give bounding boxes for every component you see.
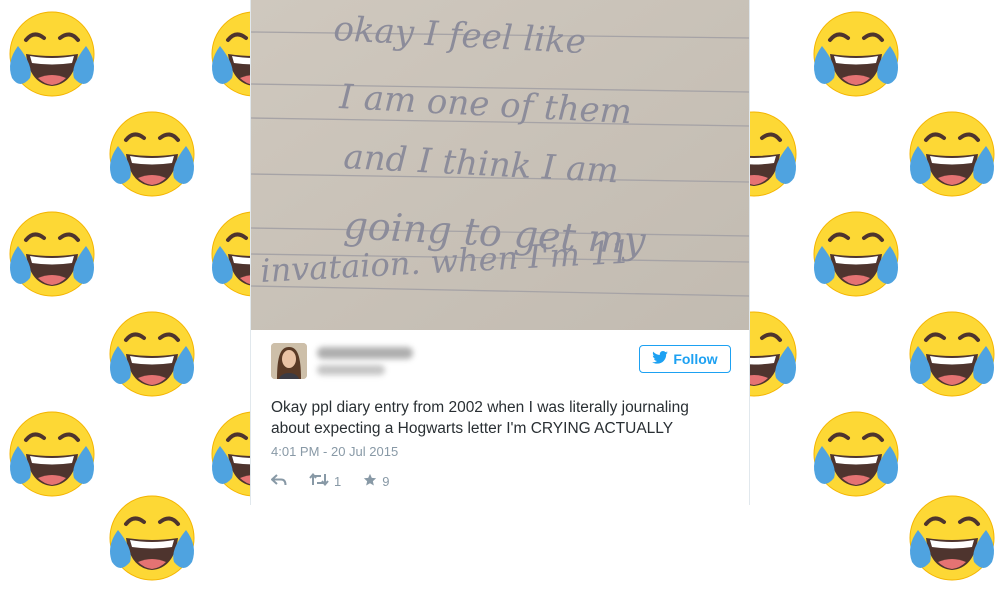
laughing-crying-emoji-icon bbox=[4, 406, 100, 502]
reply-button[interactable] bbox=[271, 473, 287, 489]
diary-photo[interactable]: okay I feel like I am one of them and I … bbox=[251, 0, 749, 330]
tweet-text: Okay ppl diary entry from 2002 when I wa… bbox=[271, 397, 731, 439]
laughing-crying-emoji-icon bbox=[104, 490, 200, 586]
laughing-crying-emoji-icon bbox=[104, 106, 200, 202]
like-button[interactable]: 9 bbox=[363, 473, 389, 490]
laughing-crying-emoji-icon bbox=[904, 106, 1000, 202]
laughing-crying-emoji-icon bbox=[808, 6, 904, 102]
retweet-button[interactable]: 1 bbox=[309, 472, 342, 489]
retweet-icon bbox=[309, 472, 329, 489]
tweet-header: Follow bbox=[271, 343, 731, 383]
laughing-crying-emoji-icon bbox=[904, 490, 1000, 586]
reply-icon bbox=[271, 473, 287, 489]
tweet-text-line: about expecting a Hogwarts letter I'm CR… bbox=[271, 420, 674, 437]
tweet-text-line: Okay ppl diary entry from 2002 when I wa… bbox=[271, 399, 689, 416]
tweet-card: okay I feel like I am one of them and I … bbox=[250, 0, 750, 505]
bird-icon bbox=[652, 351, 669, 367]
blurred-display-name[interactable] bbox=[317, 347, 413, 359]
laughing-crying-emoji-icon bbox=[104, 306, 200, 402]
laughing-crying-emoji-icon bbox=[808, 206, 904, 302]
blurred-username[interactable] bbox=[317, 365, 385, 375]
retweet-count: 1 bbox=[334, 473, 342, 489]
follow-label: Follow bbox=[673, 351, 718, 367]
laughing-crying-emoji-icon bbox=[4, 6, 100, 102]
tweet-actions: 1 9 bbox=[271, 472, 389, 490]
follow-button[interactable]: Follow bbox=[639, 345, 731, 373]
laughing-crying-emoji-icon bbox=[904, 306, 1000, 402]
laughing-crying-emoji-icon bbox=[4, 206, 100, 302]
laughing-crying-emoji-icon bbox=[808, 406, 904, 502]
like-count: 9 bbox=[382, 473, 390, 489]
tweet-timestamp[interactable]: 4:01 PM - 20 Jul 2015 bbox=[271, 444, 398, 459]
avatar[interactable] bbox=[271, 343, 307, 379]
star-icon bbox=[363, 473, 377, 490]
